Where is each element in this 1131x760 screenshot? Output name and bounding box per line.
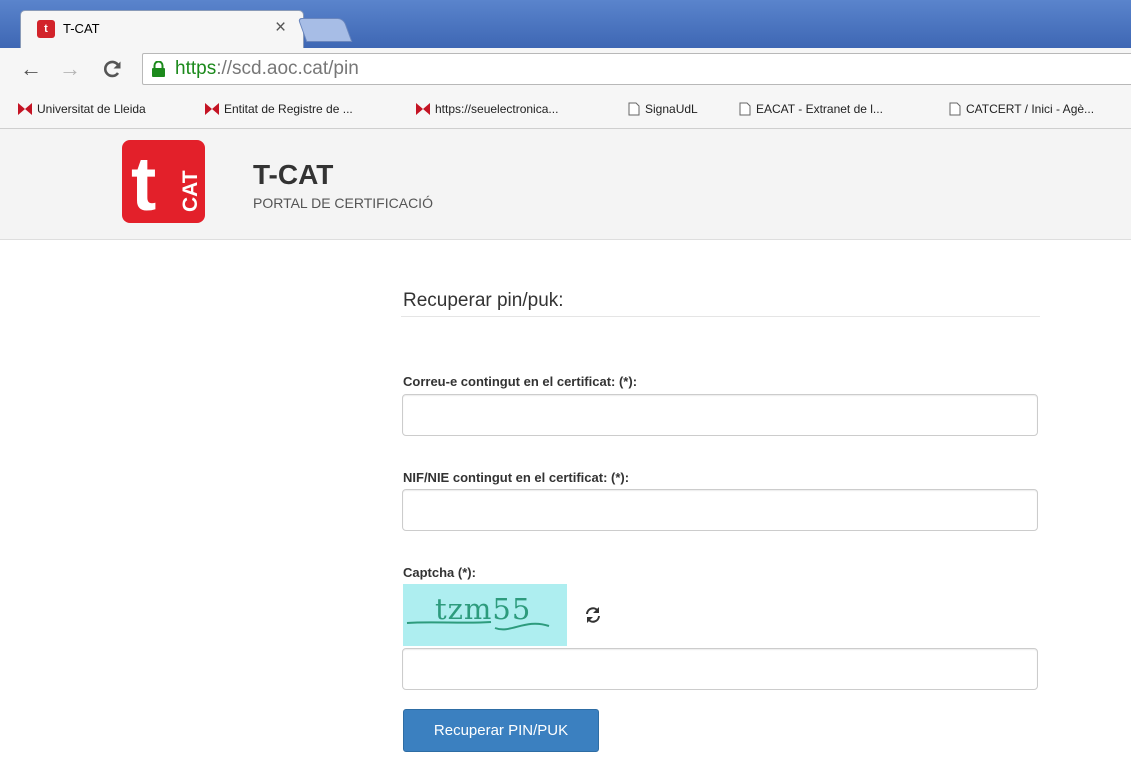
red-bowtie-icon [18, 103, 32, 115]
captcha-image: tzm55 [403, 584, 567, 646]
recuperar-pin-puk-button[interactable]: Recuperar PIN/PUK [403, 709, 599, 752]
captcha-input[interactable] [402, 648, 1038, 690]
logo-vertical-text: CAT [179, 170, 202, 212]
email-field[interactable] [402, 394, 1038, 436]
browser-toolbar: ← → https://scd.aoc.cat/pin [0, 48, 1131, 92]
bookmark-entitat-registre[interactable]: Entitat de Registre de ... [205, 102, 353, 116]
page-icon [949, 102, 961, 116]
bookmark-seuelectronica[interactable]: https://seuelectronica... [416, 102, 558, 116]
nif-label: NIF/NIE contingut en el certificat: (*): [403, 470, 630, 485]
tcat-logo-mark: t CAT [131, 142, 202, 227]
browser-tab[interactable]: t T-CAT × [20, 10, 304, 49]
new-tab-button[interactable] [297, 18, 353, 42]
url-text: https://scd.aoc.cat/pin [175, 58, 359, 79]
bookmark-catcert[interactable]: CATCERT / Inici - Agè... [949, 102, 1094, 116]
section-divider [401, 316, 1040, 317]
page-icon [739, 102, 751, 116]
red-bowtie-icon [205, 103, 219, 115]
captcha-text: tzm55 [435, 592, 532, 626]
browser-tab-strip: t T-CAT × [0, 0, 1131, 49]
bookmark-signaudl[interactable]: SignaUdL [628, 102, 698, 116]
forward-arrow-icon[interactable]: → [59, 57, 81, 81]
bookmark-universitat-lleida[interactable]: Universitat de Lleida [18, 102, 146, 116]
bookmarks-bar: Universitat de Lleida Entitat de Registr… [0, 92, 1131, 129]
tab-title: T-CAT [63, 21, 100, 36]
reload-icon[interactable] [103, 57, 123, 84]
page-icon [628, 102, 640, 116]
logo-letter: t [131, 142, 156, 223]
back-arrow-icon[interactable]: ← [20, 57, 42, 81]
tcat-logo[interactable]: t CAT [122, 140, 205, 227]
site-header: t CAT T-CAT PORTAL DE CERTIFICACIÓ [0, 129, 1131, 240]
email-label: Correu-e contingut en el certificat: (*)… [403, 374, 638, 389]
site-subtitle: PORTAL DE CERTIFICACIÓ [253, 195, 433, 211]
captcha-label: Captcha (*): [403, 565, 476, 580]
close-tab-icon[interactable]: × [275, 17, 286, 39]
bookmark-eacat[interactable]: EACAT - Extranet de l... [739, 102, 883, 116]
nif-field[interactable] [402, 489, 1038, 531]
red-bowtie-icon [416, 103, 430, 115]
section-title: Recuperar pin/puk: [403, 290, 564, 311]
tcat-favicon-icon: t [37, 20, 55, 38]
address-bar[interactable]: https://scd.aoc.cat/pin [142, 53, 1131, 85]
refresh-captcha-icon[interactable] [583, 605, 603, 625]
lock-icon [152, 61, 165, 77]
site-title: T-CAT [253, 159, 334, 190]
